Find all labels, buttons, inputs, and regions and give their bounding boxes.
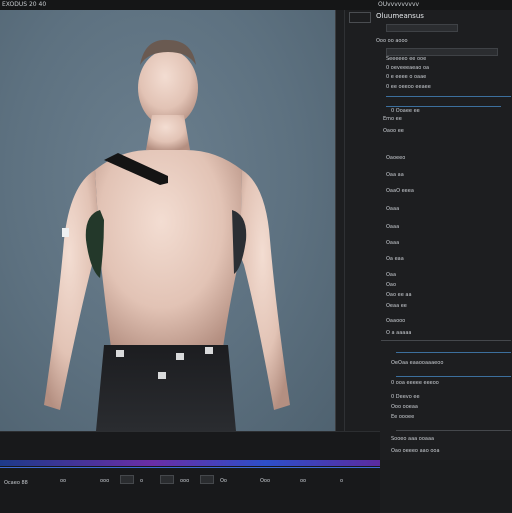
prop-row-23[interactable]: 0 Deevo ee <box>391 394 420 401</box>
timeline-button-1[interactable] <box>120 475 134 484</box>
prop-row-0[interactable]: Ooo oo aooo <box>376 38 408 45</box>
prop-row-9[interactable]: Oaa aa <box>386 172 404 179</box>
timeline-button-3[interactable] <box>200 475 214 484</box>
panel-tab[interactable] <box>349 12 371 23</box>
prop-row-14[interactable]: Oa eaa <box>386 256 404 263</box>
timeline-panel[interactable]: Ocaeo 88 oo ooo o ooo Oo Ooo oo o <box>0 431 380 513</box>
prop-row-16[interactable]: Oao <box>386 282 396 289</box>
title-bar-right-text: OUvvvvvvvvv <box>378 1 420 8</box>
panel-divider-1 <box>381 340 511 341</box>
timeline-button-2[interactable] <box>160 475 174 484</box>
timeline-label-7: o <box>340 478 344 484</box>
panel-title: Oluumeansus <box>376 12 424 20</box>
timeline-playhead-line <box>0 467 380 468</box>
timeline-left-label: Ocaeo 88 <box>4 480 28 486</box>
prop-row-8[interactable]: Oaoeeo <box>386 155 405 162</box>
prop-row-20[interactable]: O a aaaaa <box>386 330 412 337</box>
panel-divider-blue-2 <box>386 106 501 107</box>
panel-field-1[interactable] <box>386 24 458 32</box>
prop-row-24[interactable]: Ooo ooeaa <box>391 404 418 411</box>
prop-row-2[interactable]: 0 oeveeeaeao oa <box>386 65 429 72</box>
prop-row-26[interactable]: Sooeo aaa ooaaa <box>391 436 434 443</box>
prop-row-15[interactable]: Oaa <box>386 272 396 279</box>
panel-field-2[interactable] <box>386 48 498 56</box>
prop-row-7[interactable]: Oaoo ee <box>383 128 404 135</box>
panel-divider-blue-4 <box>396 376 511 377</box>
prop-row-1[interactable]: Seeeeeo ee ooe <box>386 56 426 63</box>
panel-gutter <box>344 10 345 460</box>
prop-row-10[interactable]: OaaO eeea <box>386 188 414 195</box>
prop-row-19[interactable]: Oaaooo <box>386 318 405 325</box>
prop-row-27[interactable]: Oao oeeeo aao ooa <box>391 448 440 455</box>
prop-row-22[interactable]: 0 ooa eeeee eeeoo <box>391 380 439 387</box>
prop-row-17[interactable]: Oao ee aa <box>386 292 412 299</box>
timeline-label-2: o <box>140 478 144 484</box>
prop-row-25[interactable]: Ee oooee <box>391 414 414 421</box>
prop-row-21[interactable]: OeOaa eaaooaaaeoo <box>391 360 443 367</box>
timeline-label-0: oo <box>60 478 67 484</box>
panel-divider-blue-3 <box>396 352 511 353</box>
timeline-label-4: Oo <box>220 478 227 484</box>
prop-row-4[interactable]: 0 ee oeeoo eeaee <box>386 84 431 91</box>
timeline-label-1: ooo <box>100 478 110 484</box>
prop-row-11[interactable]: Oaaa <box>386 206 399 213</box>
timeline-label-3: ooo <box>180 478 190 484</box>
character-model <box>44 39 290 431</box>
app-window: EXODUS 20 40 OUvvvvvvvvv Oluumeansus Ooo… <box>0 0 512 513</box>
properties-panel: Oluumeansus Ooo oo aooo Seeeeeo ee ooe 0… <box>335 10 512 460</box>
title-bar-left-text: EXODUS 20 40 <box>2 1 47 8</box>
prop-row-12[interactable]: Oaaa <box>386 224 399 231</box>
panel-divider-blue-1 <box>386 96 511 97</box>
prop-row-5[interactable]: 0 Ooaee ee <box>391 108 420 115</box>
prop-row-18[interactable]: Oeaa ee <box>386 303 407 310</box>
prop-row-3[interactable]: 0 e eeee o oaae <box>386 74 426 81</box>
timeline-track[interactable] <box>0 460 380 466</box>
panel-divider-2 <box>396 430 511 431</box>
timeline-label-6: oo <box>300 478 307 484</box>
prop-row-6[interactable]: Emo ee <box>383 116 402 123</box>
status-area <box>380 460 512 512</box>
3d-viewport[interactable] <box>0 10 335 431</box>
timeline-label-5: Ooo <box>260 478 271 484</box>
prop-row-13[interactable]: Oaaa <box>386 240 399 247</box>
